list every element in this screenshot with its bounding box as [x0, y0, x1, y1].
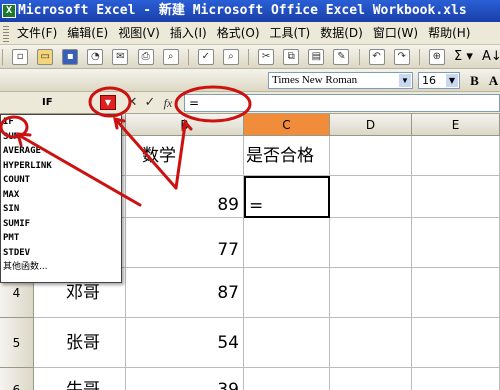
toolbar-separator: [358, 49, 360, 65]
menu-insert[interactable]: 插入(I): [165, 22, 212, 44]
function-list: IF SUM AVERAGE HYPERLINK COUNT MAX SIN S…: [0, 114, 122, 283]
title-bar: X Microsoft Excel - 新建 Microsoft Office E…: [0, 0, 500, 22]
redo-icon[interactable]: ↷: [393, 49, 410, 65]
function-item-count[interactable]: COUNT: [1, 173, 121, 188]
function-item-sin[interactable]: SIN: [1, 202, 121, 217]
copy-icon[interactable]: ⧉: [283, 49, 300, 65]
row-header-5[interactable]: 5: [0, 318, 34, 368]
cell-b2[interactable]: 89: [126, 176, 244, 218]
column-header-d[interactable]: D: [330, 114, 412, 136]
menu-edit[interactable]: 编辑(E): [62, 22, 113, 44]
cancel-icon[interactable]: ✕: [124, 95, 140, 111]
research-icon[interactable]: ⌕: [222, 49, 239, 65]
cell-b1[interactable]: 数学: [126, 136, 244, 176]
formula-bar: IF ▼ ✕ ✓ fx =: [0, 92, 500, 114]
cell-c6[interactable]: [244, 368, 330, 390]
cell-c1[interactable]: 是否合格: [244, 136, 330, 176]
cell-d3[interactable]: [330, 218, 412, 268]
cell-c3[interactable]: [244, 218, 330, 268]
menu-format[interactable]: 格式(O): [212, 22, 265, 44]
sort-ascending-icon[interactable]: A↓: [482, 45, 500, 68]
function-item-max[interactable]: MAX: [1, 188, 121, 203]
function-item-sum[interactable]: SUM: [1, 130, 121, 145]
chevron-down-icon[interactable]: ▼: [399, 74, 411, 87]
font-name-value: Times New Roman: [272, 74, 358, 86]
row-header-6[interactable]: 6: [0, 368, 34, 390]
cell-b3[interactable]: 77: [126, 218, 244, 268]
cell-b4[interactable]: 87: [126, 268, 244, 318]
cell-d1[interactable]: [330, 136, 412, 176]
menu-tools[interactable]: 工具(T): [265, 22, 316, 44]
undo-icon[interactable]: ↶: [368, 49, 385, 65]
chevron-down-icon[interactable]: ▼: [446, 74, 458, 87]
hyperlink-icon[interactable]: ⊕: [428, 49, 445, 65]
function-item-sumif[interactable]: SUMIF: [1, 217, 121, 232]
cell-e6[interactable]: [412, 368, 500, 390]
window-title: Microsoft Excel - 新建 Microsoft Office Ex…: [18, 3, 467, 18]
cell-e5[interactable]: [412, 318, 500, 368]
function-item-if[interactable]: IF: [1, 115, 121, 130]
cell-c5[interactable]: [244, 318, 330, 368]
standard-toolbar: ▫ ▭ ▪ ◔ ✉ ⎙ ⌕ ✓ ⌕ ✂ ⧉ ▤ ✎ ↶ ↷ ⊕ Σ ▾ A↓ Z…: [0, 45, 500, 69]
cell-c2[interactable]: =: [244, 176, 330, 218]
toolbar-separator: [418, 49, 420, 65]
column-header-b[interactable]: B: [126, 114, 244, 136]
spelling-icon[interactable]: ✓: [197, 49, 214, 65]
new-icon[interactable]: ▫: [12, 49, 29, 65]
toolbar-separator: [248, 49, 250, 65]
email-icon[interactable]: ✉: [112, 49, 129, 65]
insert-function-icon[interactable]: fx: [160, 95, 176, 111]
column-header-c[interactable]: C: [244, 114, 330, 136]
function-item-average[interactable]: AVERAGE: [1, 144, 121, 159]
menu-window[interactable]: 窗口(W): [368, 22, 423, 44]
bold-button[interactable]: B: [466, 72, 483, 89]
paste-icon[interactable]: ▤: [308, 49, 325, 65]
formatting-toolbar: Times New Roman ▼ 16 ▼ B A: [0, 69, 500, 92]
column-header-e[interactable]: E: [412, 114, 500, 136]
name-box-dropdown-icon[interactable]: ▼: [100, 95, 116, 110]
cell-c4[interactable]: [244, 268, 330, 318]
toolbar-separator: [187, 49, 189, 65]
permission-icon[interactable]: ◔: [87, 49, 104, 65]
menu-data[interactable]: 数据(D): [315, 22, 368, 44]
open-icon[interactable]: ▭: [37, 49, 54, 65]
cell-e1[interactable]: [412, 136, 500, 176]
autosum-icon[interactable]: Σ ▾: [454, 45, 473, 68]
function-item-stdev[interactable]: STDEV: [1, 246, 121, 261]
menu-bar: 文件(F) 编辑(E) 视图(V) 插入(I) 格式(O) 工具(T) 数据(D) 窗口(W)…: [0, 22, 500, 45]
cell-a5[interactable]: 张哥: [34, 318, 126, 368]
cut-icon[interactable]: ✂: [258, 49, 275, 65]
cell-a6[interactable]: 牛哥: [34, 368, 126, 390]
save-icon[interactable]: ▪: [62, 49, 79, 65]
cell-d6[interactable]: [330, 368, 412, 390]
toolbar-grip-icon: [2, 49, 3, 65]
function-item-pmt[interactable]: PMT: [1, 231, 121, 246]
cell-d5[interactable]: [330, 318, 412, 368]
print-preview-icon[interactable]: ⌕: [162, 49, 179, 65]
enter-icon[interactable]: ✓: [142, 95, 158, 111]
function-item-hyperlink[interactable]: HYPERLINK: [1, 159, 121, 174]
format-painter-icon[interactable]: ✎: [333, 49, 350, 65]
cell-e3[interactable]: [412, 218, 500, 268]
menu-view[interactable]: 视图(V): [113, 22, 165, 44]
cell-b6[interactable]: 39: [126, 368, 244, 390]
menu-help[interactable]: 帮助(H): [423, 22, 475, 44]
menu-file[interactable]: 文件(F): [12, 22, 62, 44]
print-icon[interactable]: ⎙: [137, 49, 154, 65]
cell-d2[interactable]: [330, 176, 412, 218]
cell-e2[interactable]: [412, 176, 500, 218]
font-size-value: 16: [422, 74, 436, 87]
formula-input[interactable]: =: [184, 94, 500, 112]
italic-button[interactable]: A: [485, 72, 500, 89]
cell-d4[interactable]: [330, 268, 412, 318]
cell-e4[interactable]: [412, 268, 500, 318]
cell-b5[interactable]: 54: [126, 318, 244, 368]
font-size-select[interactable]: 16 ▼: [418, 72, 460, 89]
excel-icon: X: [2, 3, 16, 18]
font-name-select[interactable]: Times New Roman ▼: [268, 72, 413, 89]
toolbar-grip-icon[interactable]: [3, 25, 9, 42]
function-item-more[interactable]: 其他函数...: [1, 260, 121, 275]
